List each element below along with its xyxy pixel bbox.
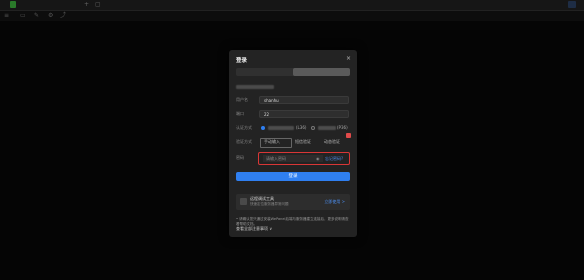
- tool-icon: [240, 198, 247, 205]
- user-label: 用户名: [236, 97, 248, 102]
- port-label: 端口: [236, 111, 244, 116]
- radio-suffix-2: (P36): [337, 125, 348, 130]
- env-tag: [10, 1, 16, 8]
- top-bar: + ▢: [0, 0, 584, 11]
- tool-link[interactable]: 立即使用 >: [324, 199, 345, 205]
- username-field[interactable]: shanhu: [259, 96, 349, 104]
- folder-icon[interactable]: ▭: [20, 12, 26, 20]
- radio-suffix-1: (L36): [296, 125, 307, 130]
- settings-icon[interactable]: ⚙: [48, 12, 53, 20]
- verify-label: 验证方式: [236, 139, 252, 144]
- more-link[interactable]: 查看全部注意事项 ∨: [236, 226, 272, 231]
- radio-text-blurred-1: [268, 126, 294, 130]
- secret-label: 密码: [236, 155, 244, 160]
- secret-input[interactable]: 请输入密码: [263, 155, 323, 162]
- host-blurred: [236, 85, 274, 89]
- login-dialog: 登录 × 用户名 shanhu 端口 22 认证方式 (L36) (P36) 验…: [229, 50, 357, 237]
- login-button[interactable]: 登录: [236, 172, 350, 181]
- radio-option-1[interactable]: [261, 126, 265, 130]
- close-icon[interactable]: ×: [346, 55, 351, 62]
- forgot-link[interactable]: 忘记密码?: [325, 155, 343, 162]
- port-field[interactable]: 22: [259, 110, 349, 118]
- share-icon[interactable]: ⤴: [60, 12, 66, 20]
- verify-option-2[interactable]: 短信验证: [295, 138, 311, 146]
- add-tab-icon[interactable]: +: [84, 1, 89, 9]
- verify-option-3[interactable]: 动态验证: [324, 138, 340, 146]
- edit-icon[interactable]: ✎: [34, 12, 39, 20]
- radio-text-blurred-2: [318, 126, 336, 130]
- eye-icon[interactable]: ◉: [316, 155, 320, 162]
- auth-tabs: [236, 68, 350, 76]
- tab-right[interactable]: [293, 68, 350, 76]
- radio-option-2[interactable]: [311, 126, 315, 130]
- tool-desc: 快速定位服务器异常问题: [250, 202, 289, 206]
- tab-left[interactable]: [236, 68, 293, 76]
- toolbar: ≡ ▭ ✎ ⚙ ⤴: [0, 11, 584, 21]
- method-label: 认证方式: [236, 125, 252, 130]
- account-badge[interactable]: [568, 1, 576, 8]
- verify-option-1[interactable]: 手动输入: [264, 138, 280, 146]
- secret-row: 请输入密码 ◉ 忘记密码?: [258, 152, 350, 165]
- new-badge: [346, 133, 351, 138]
- menu-icon[interactable]: ≡: [4, 12, 9, 20]
- dialog-title: 登录: [236, 58, 248, 64]
- tool-card[interactable]: 远程调试工具 快速定位服务器异常问题 立即使用 >: [236, 194, 350, 210]
- window-icon[interactable]: ▢: [95, 1, 101, 9]
